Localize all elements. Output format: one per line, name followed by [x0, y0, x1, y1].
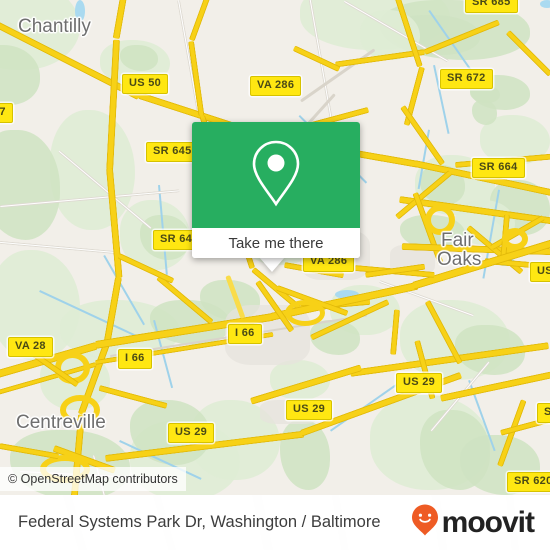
popup-header [192, 122, 360, 228]
map-pin-icon [248, 137, 304, 214]
landuse-green [50, 110, 135, 230]
road-shield-us-29-left: US 29 [168, 423, 215, 443]
road-shield-i-66-center: I 66 [228, 324, 262, 344]
road-shield-sr-620: SR 620 [507, 472, 550, 492]
road-shield-va-28: VA 28 [8, 337, 53, 357]
moovit-map-screen: Chantilly Fair Oaks Centreville SR 685 U… [0, 0, 550, 550]
road-shield-va-286: VA 286 [250, 76, 302, 96]
road-shield-sr-645-upper: SR 645 [146, 142, 199, 162]
place-label-centreville: Centreville [16, 412, 106, 433]
map-attribution: © OpenStreetMap contributors [0, 467, 186, 491]
popup-pointer [259, 257, 285, 272]
road-shield-us-50: US 50 [122, 74, 169, 94]
place-label-chantilly: Chantilly [18, 16, 91, 37]
landuse-green [472, 100, 497, 125]
road-va-286 [188, 0, 215, 42]
location-title: Federal Systems Park Dr, Washington / Ba… [18, 513, 381, 531]
footer-bar: Federal Systems Park Dr, Washington / Ba… [0, 495, 550, 550]
water-body [540, 0, 550, 8]
road-shield-s-right: S [537, 403, 550, 423]
moovit-wordmark: moovit [441, 505, 535, 539]
moovit-logo[interactable]: moovit [411, 503, 535, 542]
map-viewport[interactable]: Chantilly Fair Oaks Centreville SR 685 U… [0, 0, 550, 495]
road-shield-us-right: US [530, 262, 550, 282]
road-shield-sr-672: SR 672 [440, 69, 493, 89]
road-va-28 [112, 0, 130, 40]
attribution-text: © OpenStreetMap contributors [8, 472, 178, 486]
road-shield-us-29-right: US 29 [396, 373, 443, 393]
take-me-there-button[interactable]: Take me there [192, 228, 360, 258]
road-interchange-va28 [98, 385, 168, 409]
road-ramp [285, 300, 325, 326]
moovit-pin-logo-icon [411, 503, 439, 542]
road-shield-57: 57 [0, 103, 13, 123]
location-popup-card[interactable]: Take me there [192, 122, 360, 258]
road-shield-us-29-center: US 29 [286, 400, 333, 420]
place-label-oaks: Oaks [437, 249, 482, 270]
road-shield-sr-664: SR 664 [472, 158, 525, 178]
road-shield-sr-685: SR 685 [465, 0, 518, 13]
road-shield-i-66-left: I 66 [118, 349, 152, 369]
